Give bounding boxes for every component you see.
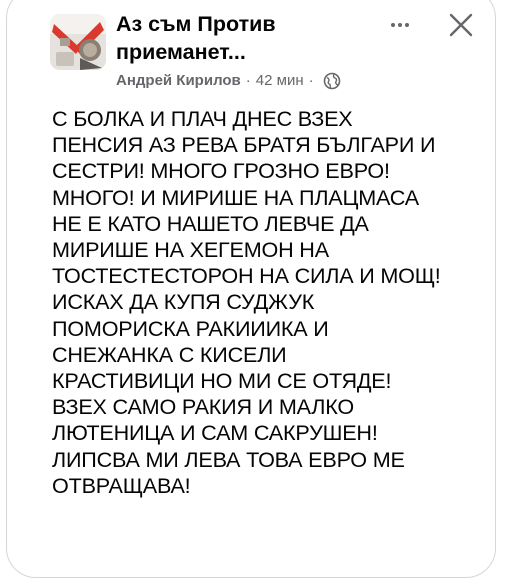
meta-separator-2: ·	[308, 72, 314, 89]
more-dots-icon	[405, 23, 409, 27]
group-avatar[interactable]	[50, 14, 106, 70]
group-name-line2[interactable]: приеманет...	[116, 38, 386, 66]
close-button[interactable]	[446, 10, 476, 40]
more-dots-icon	[398, 23, 402, 27]
post-header-title[interactable]: Аз съм Против приеманет...	[116, 10, 386, 66]
post-body-text: С БОЛКА И ПЛАЧ ДНЕС ВЗЕХ ПЕНСИЯ АЗ РЕВА …	[52, 106, 441, 498]
author-name[interactable]: Андрей Кирилов	[116, 71, 241, 91]
more-options-button[interactable]	[383, 12, 417, 38]
post-meta: Андрей Кирилов · 42 мин ·	[116, 71, 341, 91]
globe-icon	[323, 72, 341, 90]
more-dots-icon	[391, 23, 395, 27]
group-name-line1[interactable]: Аз съм Против	[116, 10, 386, 38]
post-timestamp[interactable]: 42 мин	[256, 71, 304, 91]
group-avatar-image	[50, 14, 106, 70]
meta-separator: ·	[245, 72, 251, 89]
close-icon	[449, 13, 473, 37]
